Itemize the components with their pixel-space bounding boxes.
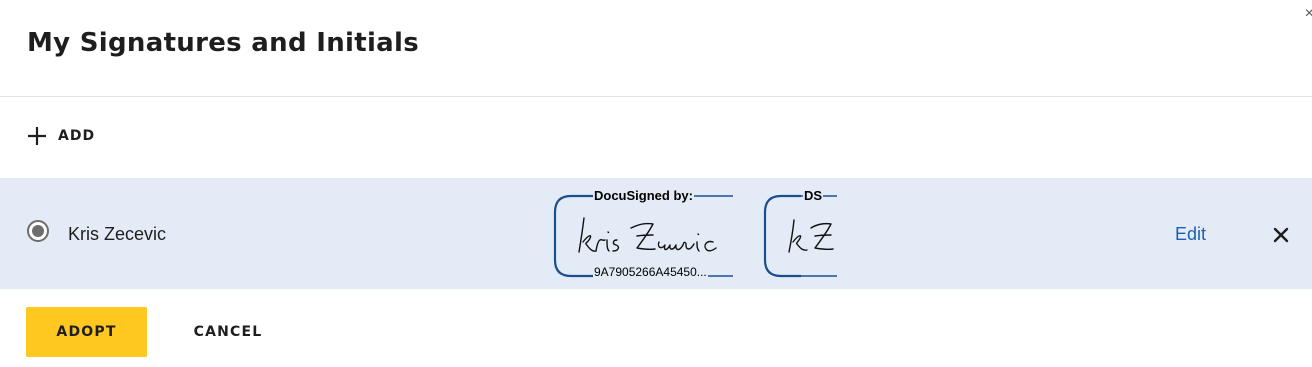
signature-row[interactable]: Kris Zecevic DocuSigned by: 9A7905266A45…	[0, 178, 1312, 289]
handwritten-initials	[788, 219, 834, 253]
initials-stamp: DS	[763, 186, 853, 286]
plus-icon	[28, 127, 46, 145]
initials-stamp-label: DS	[803, 188, 824, 203]
docusigned-by-label: DocuSigned by:	[593, 188, 694, 203]
dialog-close-icon[interactable]: ×	[1305, 6, 1312, 22]
handwritten-signature	[578, 217, 717, 253]
signature-stamp-id: 9A7905266A45450...	[593, 265, 708, 279]
signatures-dialog: × My Signatures and Initials ADD Kris Ze…	[0, 0, 1312, 367]
add-label: ADD	[58, 128, 96, 144]
remove-signature-close-icon[interactable]	[1272, 226, 1290, 244]
dialog-title: My Signatures and Initials	[27, 28, 419, 58]
cancel-button[interactable]: CANCEL	[176, 307, 280, 357]
signature-radio[interactable]	[27, 220, 49, 242]
signer-name: Kris Zecevic	[68, 224, 167, 244]
radio-selected-dot	[32, 225, 44, 237]
add-button[interactable]: ADD	[27, 122, 95, 150]
signature-stamp: DocuSigned by: 9A7905266A45450...	[553, 186, 743, 286]
edit-link[interactable]: Edit	[1175, 224, 1206, 245]
header-divider	[0, 96, 1312, 97]
adopt-button[interactable]: ADOPT	[26, 307, 147, 357]
